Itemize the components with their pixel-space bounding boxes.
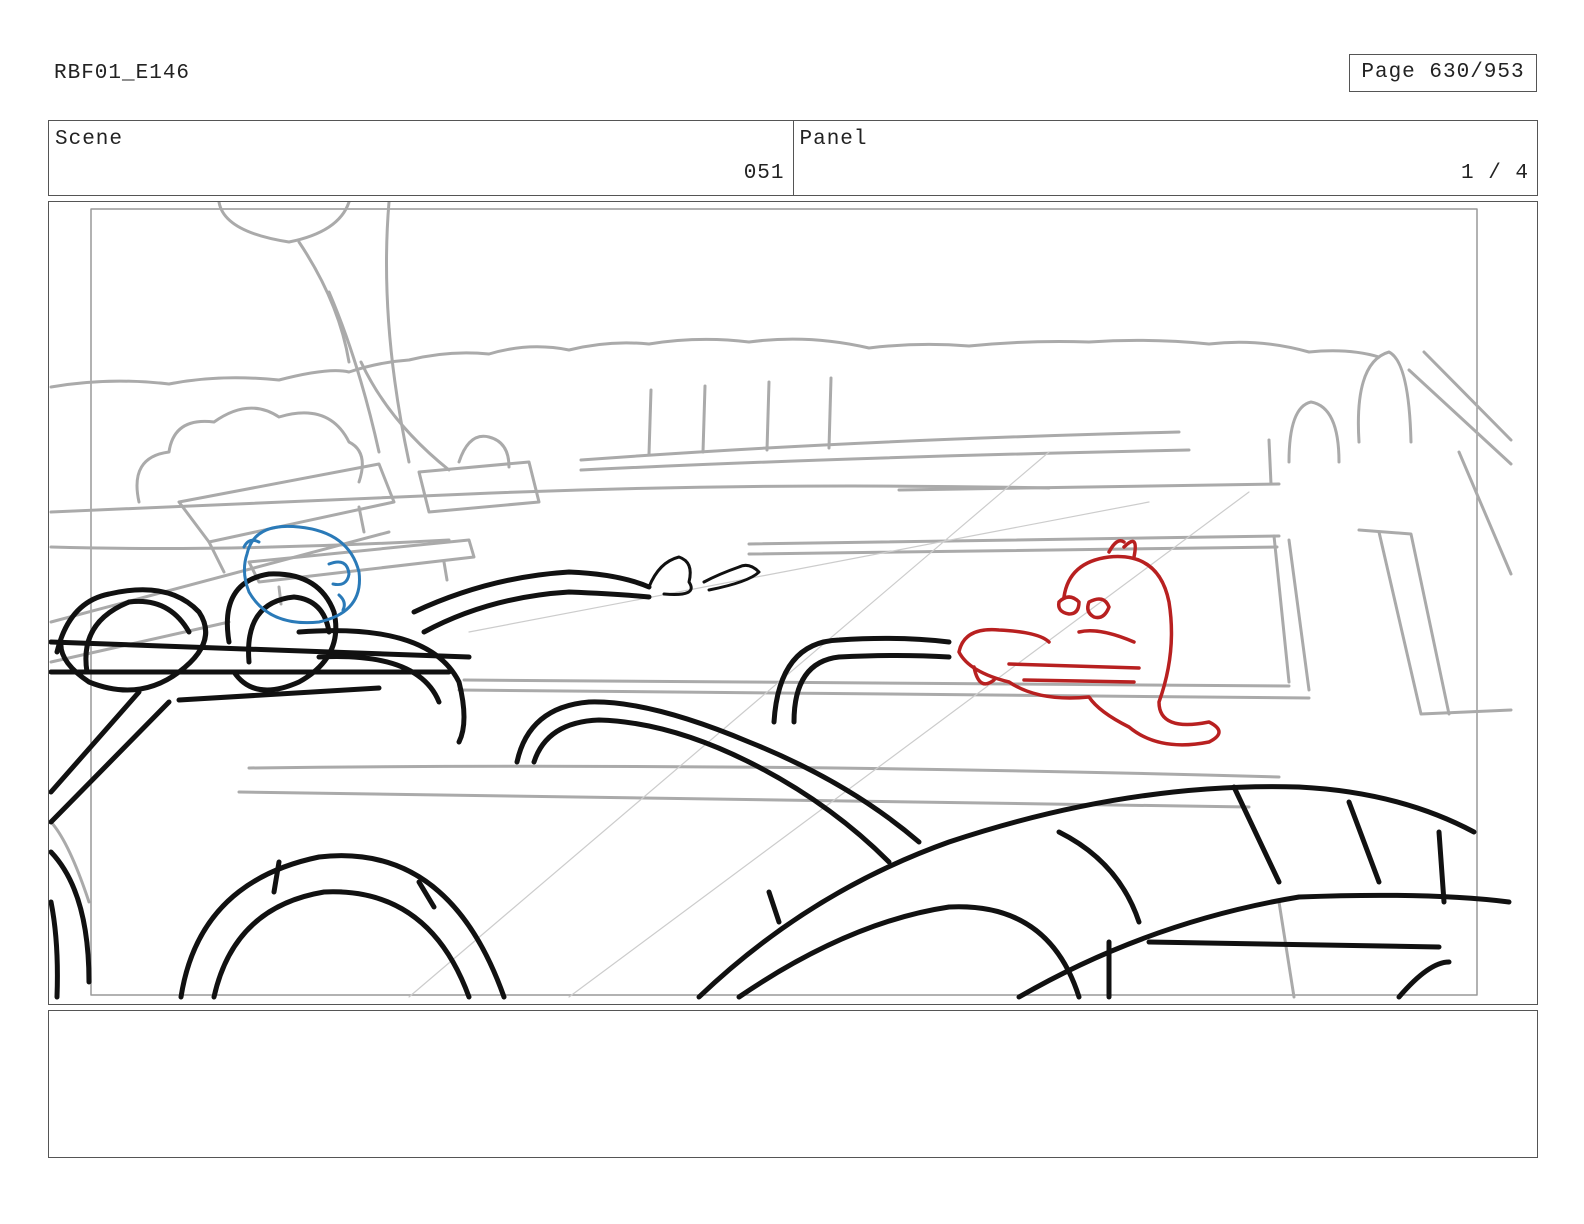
storyboard-sketch (49, 202, 1513, 1000)
panel-label: Panel (799, 128, 868, 151)
tentacle-tip-creature (647, 555, 761, 596)
background-layout (49, 202, 1513, 999)
panel-cell: Panel 1 / 4 (792, 121, 1538, 195)
scene-label: Scene (55, 128, 124, 151)
storyboard-frame (48, 201, 1538, 1005)
panel-notes (48, 1010, 1538, 1158)
safe-area-guide (90, 208, 1478, 996)
panel-number: 1 / 4 (1460, 162, 1529, 185)
scene-number: 051 (743, 162, 785, 185)
page-counter: Page 630/953 (1349, 54, 1537, 92)
scene-cell: Scene 051 (49, 121, 793, 195)
document-id: RBF01_E146 (54, 62, 191, 85)
scene-panel-info: Scene 051 Panel 1 / 4 (48, 120, 1538, 196)
red-character (957, 539, 1221, 747)
tentacles-foreground (49, 569, 1512, 1000)
